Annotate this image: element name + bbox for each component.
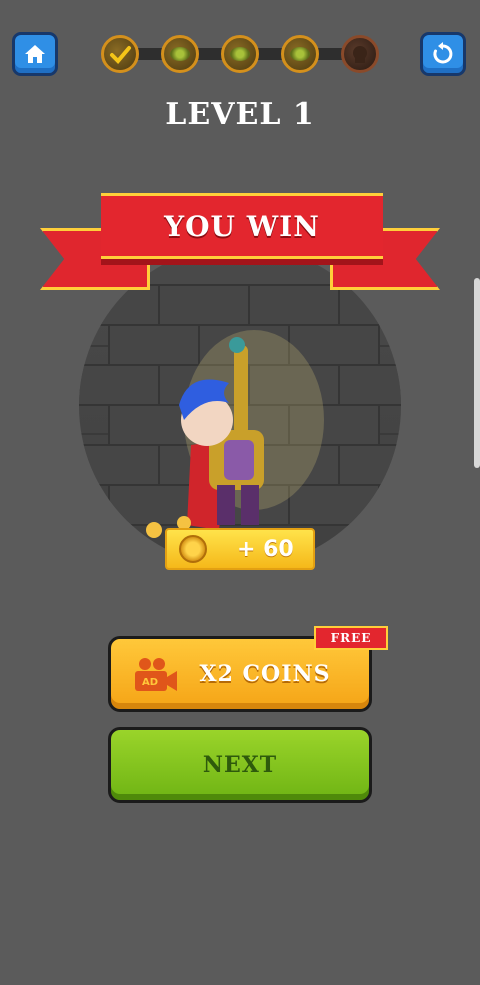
banner-text: YOU WIN bbox=[164, 209, 320, 243]
reward-amount: + 60 bbox=[237, 536, 294, 562]
level-node-completed bbox=[101, 35, 139, 73]
victory-scene bbox=[79, 245, 401, 567]
you-win-banner: YOU WIN bbox=[101, 193, 383, 259]
level-node bbox=[221, 35, 259, 73]
checkmark-icon bbox=[110, 46, 131, 64]
boss-icon bbox=[353, 46, 367, 63]
home-icon bbox=[25, 45, 45, 63]
level-node bbox=[281, 35, 319, 73]
level-node-boss bbox=[341, 35, 379, 73]
double-coins-label: X2 COINS bbox=[199, 661, 331, 687]
coin-reward: + 60 bbox=[165, 528, 315, 570]
scrollbar[interactable] bbox=[474, 278, 480, 468]
hero-illustration bbox=[79, 284, 401, 538]
home-button[interactable] bbox=[12, 32, 58, 76]
level-node bbox=[161, 35, 199, 73]
level-title: LEVEL 1 bbox=[165, 97, 315, 132]
ad-label: AD bbox=[142, 677, 158, 688]
treasure-icon bbox=[230, 47, 250, 61]
next-button[interactable]: NEXT bbox=[108, 727, 372, 803]
free-badge-label: FREE bbox=[330, 631, 372, 645]
next-button-label: NEXT bbox=[202, 752, 278, 778]
free-badge: FREE bbox=[314, 626, 388, 650]
coin-icon bbox=[179, 535, 207, 563]
treasure-icon bbox=[290, 47, 310, 61]
restart-button[interactable] bbox=[420, 32, 466, 76]
restart-icon bbox=[433, 42, 453, 64]
treasure-icon bbox=[170, 47, 190, 61]
video-ad-icon: AD bbox=[135, 658, 177, 691]
